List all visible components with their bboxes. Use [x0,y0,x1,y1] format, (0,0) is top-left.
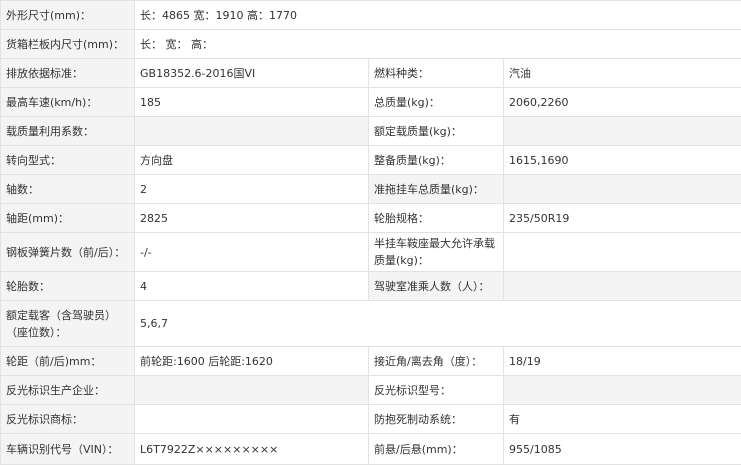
row-label: 载质量利用系数： [1,117,135,146]
row-label: 货箱栏板内尺寸(mm)： [1,30,135,59]
row-value-2 [504,233,741,272]
row-value [135,405,369,434]
row-label-2: 接近角/离去角（度）： [369,347,504,376]
table-row: 排放依据标准： GB18352.6-2016国VI 燃料种类： 汽油 [1,59,741,88]
row-value: 4 [135,272,369,301]
row-value: L6T7922Z××××××××× [135,434,369,465]
row-label-2: 前悬/后悬(mm)： [369,434,504,465]
row-label: 排放依据标准： [1,59,135,88]
table-row: 轴数： 2 准拖挂车总质量(kg)： [1,175,741,204]
row-value-2 [504,376,741,405]
row-value-2: 18/19 [504,347,741,376]
row-value: GB18352.6-2016国VI [135,59,369,88]
row-label-2: 总质量(kg)： [369,88,504,117]
row-value: 185 [135,88,369,117]
table-row: 车辆识别代号（VIN）： L6T7922Z××××××××× 前悬/后悬(mm)… [1,434,741,465]
row-value: 2825 [135,204,369,233]
row-label: 反光标识生产企业： [1,376,135,405]
row-label: 最高车速(km/h)： [1,88,135,117]
table-row: 轮距（前/后)mm： 前轮距:1600 后轮距:1620 接近角/离去角（度）：… [1,347,741,376]
row-value-2: 汽油 [504,59,741,88]
row-label: 反光标识商标： [1,405,135,434]
row-label: 轮距（前/后)mm： [1,347,135,376]
table-row: 轴距(mm)： 2825 轮胎规格： 235/50R19 [1,204,741,233]
row-label-2: 燃料种类： [369,59,504,88]
row-label: 钢板弹簧片数（前/后）： [1,233,135,272]
row-value: 2 [135,175,369,204]
row-label: 轮胎数： [1,272,135,301]
row-label: 轴距(mm)： [1,204,135,233]
row-label: 外形尺寸(mm)： [1,1,135,30]
row-value: 5,6,7 [135,301,741,347]
table-row: 转向型式： 方向盘 整备质量(kg)： 1615,1690 [1,146,741,175]
row-label-2: 轮胎规格： [369,204,504,233]
table-row: 反光标识生产企业： 反光标识型号： [1,376,741,405]
row-label-2: 额定载质量(kg)： [369,117,504,146]
row-label-2: 准拖挂车总质量(kg)： [369,175,504,204]
row-value-2: 2060,2260 [504,88,741,117]
table-row: 钢板弹簧片数（前/后）： -/- 半挂车鞍座最大允许承载质量(kg)： [1,233,741,272]
row-value-2 [504,117,741,146]
row-value: 长： 宽： 高： [135,30,741,59]
row-value: 前轮距:1600 后轮距:1620 [135,347,369,376]
table-row: 外形尺寸(mm)： 长：4865 宽：1910 高：1770 [1,1,741,30]
row-label-2: 整备质量(kg)： [369,146,504,175]
table-row: 货箱栏板内尺寸(mm)： 长： 宽： 高： [1,30,741,59]
row-value [135,376,369,405]
row-value: 方向盘 [135,146,369,175]
table-row: 最高车速(km/h)： 185 总质量(kg)： 2060,2260 [1,88,741,117]
vehicle-spec-table: 外形尺寸(mm)： 长：4865 宽：1910 高：1770 货箱栏板内尺寸(m… [0,0,741,465]
row-value [135,117,369,146]
row-value-2: 955/1085 [504,434,741,465]
row-value-2 [504,175,741,204]
row-label-2: 驾驶室准乘人数（人）： [369,272,504,301]
table-row: 反光标识商标： 防抱死制动系统： 有 [1,405,741,434]
row-label: 轴数： [1,175,135,204]
row-value-2: 有 [504,405,741,434]
row-label-2: 反光标识型号： [369,376,504,405]
row-label: 转向型式： [1,146,135,175]
row-value-2: 1615,1690 [504,146,741,175]
row-label: 车辆识别代号（VIN）： [1,434,135,465]
row-value-2 [504,272,741,301]
row-value-2: 235/50R19 [504,204,741,233]
table-row: 载质量利用系数： 额定载质量(kg)： [1,117,741,146]
row-label: 额定载客（含驾驶员）（座位数）： [1,301,135,347]
row-label-2: 半挂车鞍座最大允许承载质量(kg)： [369,233,504,272]
table-row: 额定载客（含驾驶员）（座位数）： 5,6,7 [1,301,741,347]
table-row: 轮胎数： 4 驾驶室准乘人数（人）： [1,272,741,301]
row-label-2: 防抱死制动系统： [369,405,504,434]
row-value: -/- [135,233,369,272]
row-value: 长：4865 宽：1910 高：1770 [135,1,741,30]
